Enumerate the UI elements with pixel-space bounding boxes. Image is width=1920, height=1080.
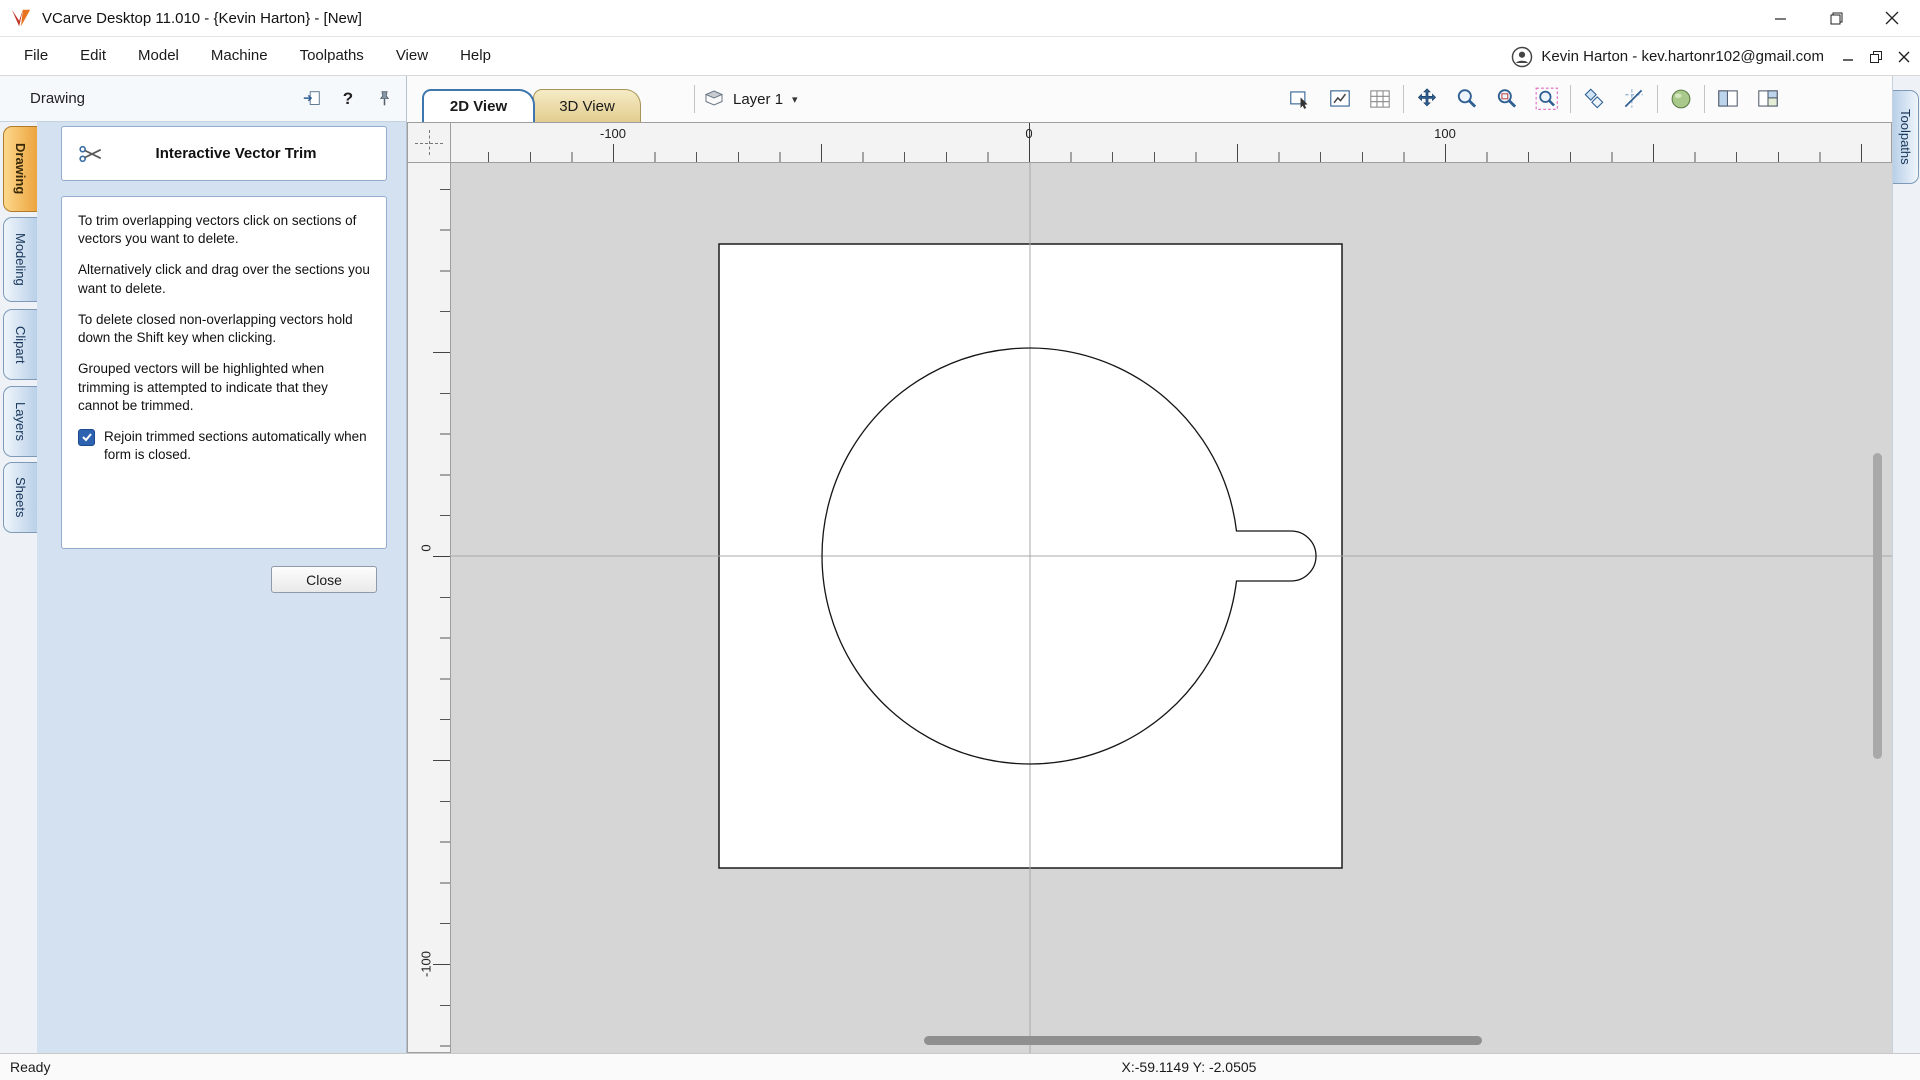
close-button[interactable] [1864,0,1920,36]
zoom-window-tool-icon[interactable] [1490,82,1524,116]
layer-selector[interactable]: Layer 1 ▾ [694,76,798,122]
tile-horizontal-icon[interactable] [1711,82,1745,116]
help-icon[interactable]: ? [336,87,360,111]
view-tool-icons [1283,82,1785,116]
zoom-tool-icon[interactable] [1450,82,1484,116]
sidebar-tab-drawing[interactable]: Drawing [3,126,37,212]
shading-toggle-icon[interactable] [1664,82,1698,116]
pin-icon[interactable] [372,87,396,111]
separator [1657,85,1658,113]
instruction-paragraph: Grouped vectors will be highlighted when… [78,361,328,413]
menu-model[interactable]: Model [122,37,195,75]
minimize-button[interactable] [1752,0,1808,36]
pan-tool-icon[interactable] [1410,82,1444,116]
rejoin-checkbox[interactable] [78,428,95,446]
h-ruler-label: -100 [599,126,627,141]
vertical-scrollbar-thumb[interactable] [1873,453,1882,759]
v-ruler-label: 0 [418,544,434,552]
drawing-panel-header: Drawing ? [0,76,407,122]
sidebar-tab-toolpaths[interactable]: Toolpaths [1893,90,1919,184]
drawing-panel: Interactive Vector Trim To trim overlapp… [37,122,407,1053]
undock-icon[interactable] [300,87,324,111]
chevron-down-icon: ▾ [792,93,798,106]
menu-machine[interactable]: Machine [195,37,284,75]
canvas-graphics [451,163,1892,1053]
menu-view[interactable]: View [380,37,444,75]
child-close-button[interactable] [1896,49,1912,65]
scissors-icon [76,141,106,167]
zoom-box-icon[interactable] [1283,82,1317,116]
tab-3d-view[interactable]: 3D View [533,89,641,122]
sidebar-tab-sheets[interactable]: Sheets [3,462,37,533]
tool-title: Interactive Vector Trim [155,145,317,162]
rejoin-checkbox-label: Rejoin trimmed sections automatically wh… [104,428,367,463]
maximize-button[interactable] [1808,0,1864,36]
sidebar-tab-modeling[interactable]: Modeling [3,217,37,302]
separator [1570,85,1571,113]
left-tab-strip: Drawing Modeling Clipart Layers Sheets [0,122,37,1053]
h-ruler-label: 0 [1025,126,1033,141]
account-badge[interactable]: Kevin Harton - kev.hartonr102@gmail.com [1511,46,1824,68]
tile-vertical-icon[interactable] [1751,82,1785,116]
instruction-paragraph: To trim overlapping vectors click on sec… [78,213,357,247]
panel-title: Drawing [30,90,86,107]
child-restore-button[interactable] [1868,49,1884,65]
menu-bar: File Edit Model Machine Toolpaths View H… [0,37,1920,76]
layer-stack-icon [704,90,724,108]
menu-edit[interactable]: Edit [64,37,122,75]
status-bar: Ready X:-59.1149 Y: -2.0505 [0,1053,1920,1080]
zoom-selected-tool-icon[interactable] [1530,82,1564,116]
close-tool-button[interactable]: Close [271,566,377,593]
horizontal-scrollbar-thumb[interactable] [924,1036,1482,1045]
instruction-paragraph: Alternatively click and drag over the se… [78,262,370,296]
menu-file[interactable]: File [8,37,64,75]
horizontal-ruler: -100 0 100 [451,122,1892,163]
tool-title-card: Interactive Vector Trim [61,126,387,181]
view-toolbar: 2D View 3D View Layer 1 ▾ [407,76,1892,122]
vcarve-logo-icon [10,7,32,29]
guides-toggle-icon[interactable] [1617,82,1651,116]
sidebar-tab-clipart[interactable]: Clipart [3,309,37,380]
window-title: VCarve Desktop 11.010 - {Kevin Harton} -… [42,10,362,27]
instructions-card: To trim overlapping vectors click on sec… [61,196,387,549]
separator [1704,85,1705,113]
ruler-origin-corner [407,122,451,163]
snap-settings-icon[interactable] [1577,82,1611,116]
menu-toolpaths[interactable]: Toolpaths [284,37,380,75]
user-icon [1511,46,1533,68]
separator [694,85,695,113]
v-ruler-label: -100 [418,950,434,978]
tab-2d-view[interactable]: 2D View [422,89,535,122]
vertical-ruler: 0 -100 [407,163,451,1053]
h-ruler-label: 100 [1434,126,1456,141]
status-ready: Ready [10,1059,51,1075]
menu-help[interactable]: Help [444,37,507,75]
zoom-drawing-icon[interactable] [1323,82,1357,116]
vcarve-app-window: { "window": { "title": "VCarve Desktop 1… [0,0,1920,1080]
account-label: Kevin Harton - kev.hartonr102@gmail.com [1541,48,1824,65]
instruction-paragraph: To delete closed non-overlapping vectors… [78,311,353,346]
grid-toggle-icon[interactable] [1363,82,1397,116]
right-tab-strip: Toolpaths [1892,76,1920,1053]
title-bar: VCarve Desktop 11.010 - {Kevin Harton} -… [0,0,1920,37]
drawing-canvas[interactable] [451,163,1892,1053]
cursor-coordinates: X:-59.1149 Y: -2.0505 [1121,1059,1257,1075]
layer-name: Layer 1 [733,90,784,108]
sidebar-tab-layers[interactable]: Layers [3,386,37,457]
separator [1403,85,1404,113]
child-minimize-button[interactable] [1840,49,1856,65]
